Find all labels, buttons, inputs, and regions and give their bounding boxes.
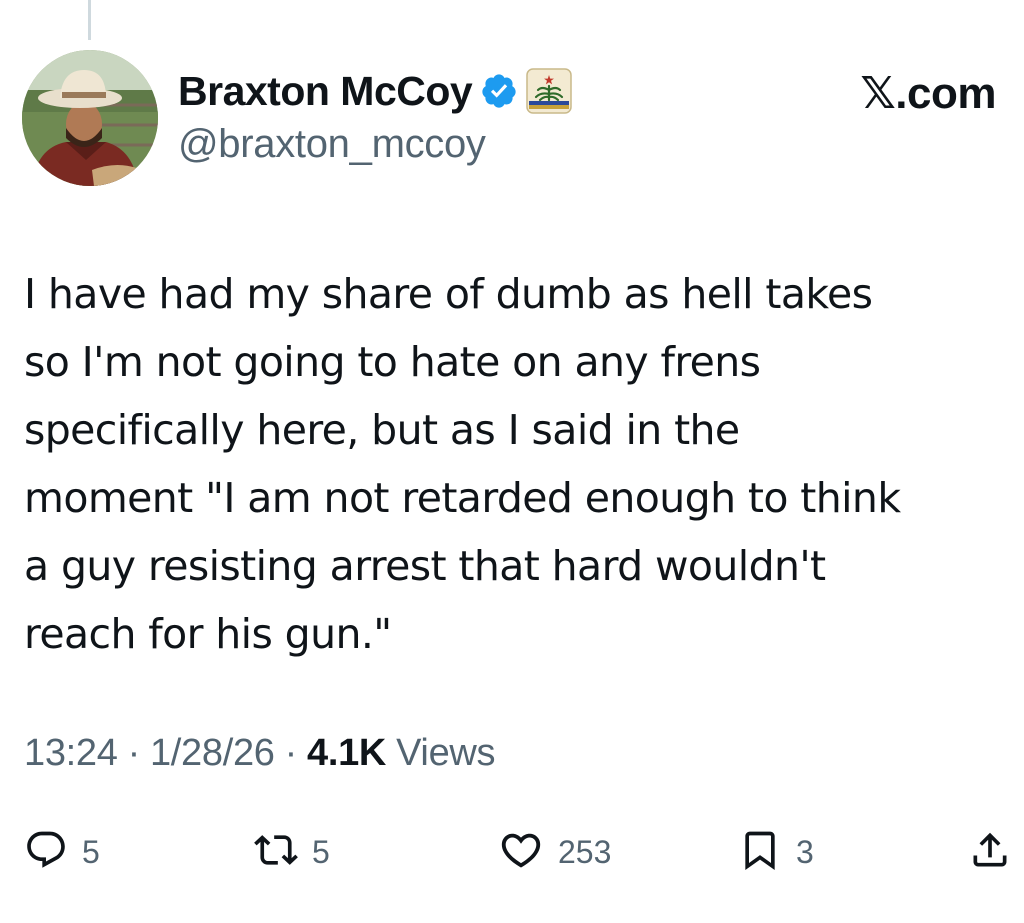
repost-count: 5 xyxy=(312,833,330,870)
bookmark-count: 3 xyxy=(796,833,814,870)
bookmark-button[interactable]: 3 xyxy=(738,822,814,882)
action-bar: 5 5 253 3 xyxy=(0,822,1024,882)
like-button[interactable]: 253 xyxy=(498,822,611,882)
tweet-metadata: 13:24 · 1/28/26 · 4.1K Views xyxy=(24,732,496,775)
avatar[interactable] xyxy=(22,50,158,186)
source-site-label: 𝕏.com xyxy=(860,69,996,118)
tweet-date[interactable]: 1/28/26 xyxy=(150,732,275,775)
avatar-image xyxy=(22,50,158,186)
repost-icon xyxy=(254,828,298,877)
reply-icon xyxy=(24,828,68,877)
tweet-text: I have had my share of dumb as hell take… xyxy=(24,270,901,658)
reply-count: 5 xyxy=(82,833,100,870)
repost-button[interactable]: 5 xyxy=(254,822,330,882)
display-name[interactable]: Braxton McCoy xyxy=(178,68,473,115)
separator-dot: · xyxy=(127,732,141,774)
share-icon xyxy=(968,828,1012,877)
heart-icon xyxy=(498,827,544,878)
verified-badge-icon[interactable] xyxy=(480,72,518,110)
views-count[interactable]: 4.1K xyxy=(307,732,386,775)
display-name-row: Braxton McCoy xyxy=(178,66,572,116)
thread-connector-line xyxy=(88,0,91,40)
bookmark-icon xyxy=(738,828,782,877)
views-label: Views xyxy=(396,732,496,774)
affiliate-flag-icon[interactable] xyxy=(526,68,572,114)
user-handle[interactable]: @braxton_mccoy xyxy=(178,122,486,167)
tweet-time[interactable]: 13:24 xyxy=(24,732,118,775)
share-button[interactable] xyxy=(968,822,1012,882)
reply-button[interactable]: 5 xyxy=(24,822,100,882)
like-count: 253 xyxy=(558,833,612,870)
separator-dot: · xyxy=(284,732,298,774)
